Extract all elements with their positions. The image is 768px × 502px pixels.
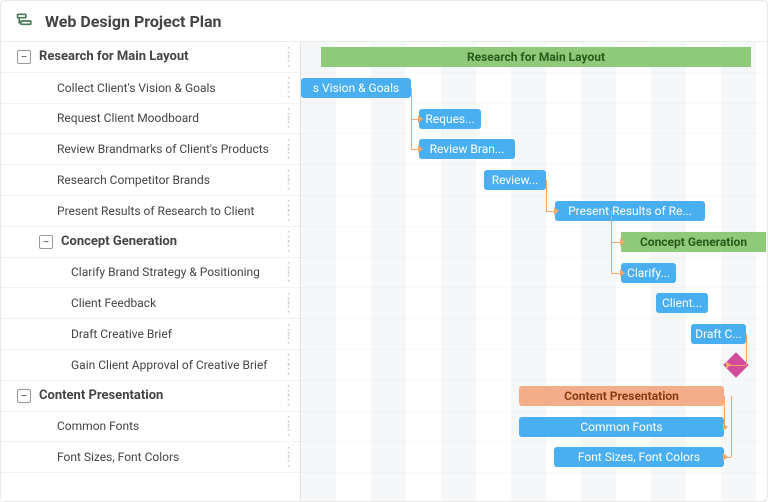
gantt-row: Review Bran... (301, 134, 767, 165)
gantt-row (301, 350, 767, 381)
task-row[interactable]: Draft Creative Brief⋮⋮ (1, 319, 300, 350)
task-row[interactable]: Review Brandmarks of Client's Products⋮⋮ (1, 134, 300, 165)
connector-arrow-icon (723, 453, 728, 461)
task-label[interactable]: Collect Client's Vision & Goals (49, 81, 278, 95)
task-list: −Research for Main Layout⋮⋮Collect Clien… (1, 42, 301, 501)
gantt-row: Content Presentation (301, 381, 767, 412)
gantt-bar[interactable]: Common Fonts (519, 417, 724, 437)
drag-handle-icon[interactable]: ⋮⋮ (278, 326, 300, 343)
task-label[interactable]: Present Results of Research to Client (49, 204, 278, 218)
task-label[interactable]: Review Brandmarks of Client's Products (49, 142, 278, 156)
task-row[interactable]: −Research for Main Layout⋮⋮ (1, 42, 300, 73)
collapse-toggle[interactable]: − (39, 235, 53, 249)
gantt-bar[interactable]: s Vision & Goals (301, 78, 411, 98)
gantt-bar[interactable]: Client... (656, 293, 708, 313)
connector-arrow-icon (418, 145, 423, 153)
gantt-row: Font Sizes, Font Colors (301, 442, 767, 473)
gantt-row: s Vision & Goals (301, 73, 767, 104)
task-label[interactable]: Concept Generation (53, 234, 278, 249)
titlebar: Web Design Project Plan (1, 1, 767, 42)
drag-handle-icon[interactable]: ⋮⋮ (278, 295, 300, 312)
gantt-chart[interactable]: Research for Main Layout s Vision & Goals… (301, 42, 767, 501)
gantt-bar[interactable]: Research for Main Layout (321, 47, 751, 67)
task-row[interactable]: −Content Presentation⋮⋮ (1, 381, 300, 412)
task-label[interactable]: Client Feedback (63, 296, 278, 310)
collapse-toggle[interactable]: − (17, 389, 31, 403)
task-label[interactable]: Common Fonts (49, 419, 278, 433)
task-row[interactable]: Gain Client Approval of Creative Brief⋮⋮ (1, 350, 300, 381)
connector-arrow-icon (726, 361, 731, 369)
gantt-bar[interactable]: Present Results of Re... (555, 201, 705, 221)
gantt-bar[interactable]: Draft C... (691, 324, 746, 344)
gantt-bar[interactable]: Review Bran... (419, 139, 515, 159)
task-label[interactable]: Font Sizes, Font Colors (49, 450, 278, 464)
connector-line (411, 88, 412, 150)
page-title: Web Design Project Plan (45, 12, 222, 31)
task-row[interactable]: Client Feedback⋮⋮ (1, 288, 300, 319)
gantt-row: Clarify... (301, 258, 767, 289)
drag-handle-icon[interactable]: ⋮⋮ (278, 202, 300, 219)
connector-arrow-icon (620, 269, 625, 277)
task-row[interactable]: Request Client Moodboard⋮⋮ (1, 104, 300, 135)
gantt-row: Reques... (301, 104, 767, 135)
connector-arrow-icon (554, 207, 559, 215)
task-row[interactable]: Research Competitor Brands⋮⋮ (1, 165, 300, 196)
gantt-rows: Research for Main Layout s Vision & Goals… (301, 42, 767, 473)
connector-arrow-icon (620, 238, 625, 246)
drag-handle-icon[interactable]: ⋮⋮ (278, 172, 300, 189)
drag-handle-icon[interactable]: ⋮⋮ (278, 356, 300, 373)
gantt-bar[interactable]: Review... (484, 170, 546, 190)
task-label[interactable]: Draft Creative Brief (63, 327, 278, 341)
gantt-row: Present Results of Re... (301, 196, 767, 227)
drag-handle-icon[interactable]: ⋮⋮ (278, 264, 300, 281)
connector-arrow-icon (418, 115, 423, 123)
connector-line (546, 180, 547, 211)
drag-handle-icon[interactable]: ⋮⋮ (278, 233, 300, 250)
drag-handle-icon[interactable]: ⋮⋮ (278, 418, 300, 435)
connector-line (746, 334, 747, 365)
app-root: Web Design Project Plan −Research for Ma… (0, 0, 768, 502)
gantt-row: Draft C... (301, 319, 767, 350)
task-label[interactable]: Clarify Brand Strategy & Positioning (63, 265, 278, 279)
main-panel: −Research for Main Layout⋮⋮Collect Clien… (1, 42, 767, 501)
gantt-bar[interactable]: Font Sizes, Font Colors (554, 447, 724, 467)
task-label[interactable]: Gain Client Approval of Creative Brief (63, 358, 278, 372)
gantt-bar[interactable]: Content Presentation (519, 386, 724, 406)
drag-handle-icon[interactable]: ⋮⋮ (278, 141, 300, 158)
gantt-bar[interactable]: Clarify... (621, 263, 676, 283)
task-row[interactable]: Clarify Brand Strategy & Positioning⋮⋮ (1, 258, 300, 289)
task-label[interactable]: Research for Main Layout (31, 49, 278, 64)
task-label[interactable]: Request Client Moodboard (49, 111, 278, 125)
connector-line (611, 211, 612, 273)
gantt-row: Research for Main Layout (301, 42, 767, 73)
task-row[interactable]: Font Sizes, Font Colors⋮⋮ (1, 442, 300, 473)
collapse-toggle[interactable]: − (17, 50, 31, 64)
gantt-row: Common Fonts (301, 412, 767, 443)
gantt-row: Review... (301, 165, 767, 196)
gantt-chart-icon (15, 11, 35, 31)
gantt-bar[interactable]: Reques... (419, 109, 481, 129)
task-row[interactable]: Common Fonts⋮⋮ (1, 412, 300, 443)
drag-handle-icon[interactable]: ⋮⋮ (278, 387, 300, 404)
task-row[interactable]: −Concept Generation⋮⋮ (1, 227, 300, 258)
connector-arrow-icon (723, 423, 728, 431)
gantt-bar[interactable]: Concept Generation (621, 232, 766, 252)
gantt-row: Concept Generation (301, 227, 767, 258)
task-label[interactable]: Content Presentation (31, 388, 278, 403)
task-row[interactable]: Present Results of Research to Client⋮⋮ (1, 196, 300, 227)
gantt-row: Client... (301, 288, 767, 319)
drag-handle-icon[interactable]: ⋮⋮ (278, 79, 300, 96)
task-row[interactable]: Collect Client's Vision & Goals⋮⋮ (1, 73, 300, 104)
drag-handle-icon[interactable]: ⋮⋮ (278, 49, 300, 66)
connector-line (731, 396, 732, 458)
drag-handle-icon[interactable]: ⋮⋮ (278, 110, 300, 127)
drag-handle-icon[interactable]: ⋮⋮ (278, 449, 300, 466)
task-label[interactable]: Research Competitor Brands (49, 173, 278, 187)
